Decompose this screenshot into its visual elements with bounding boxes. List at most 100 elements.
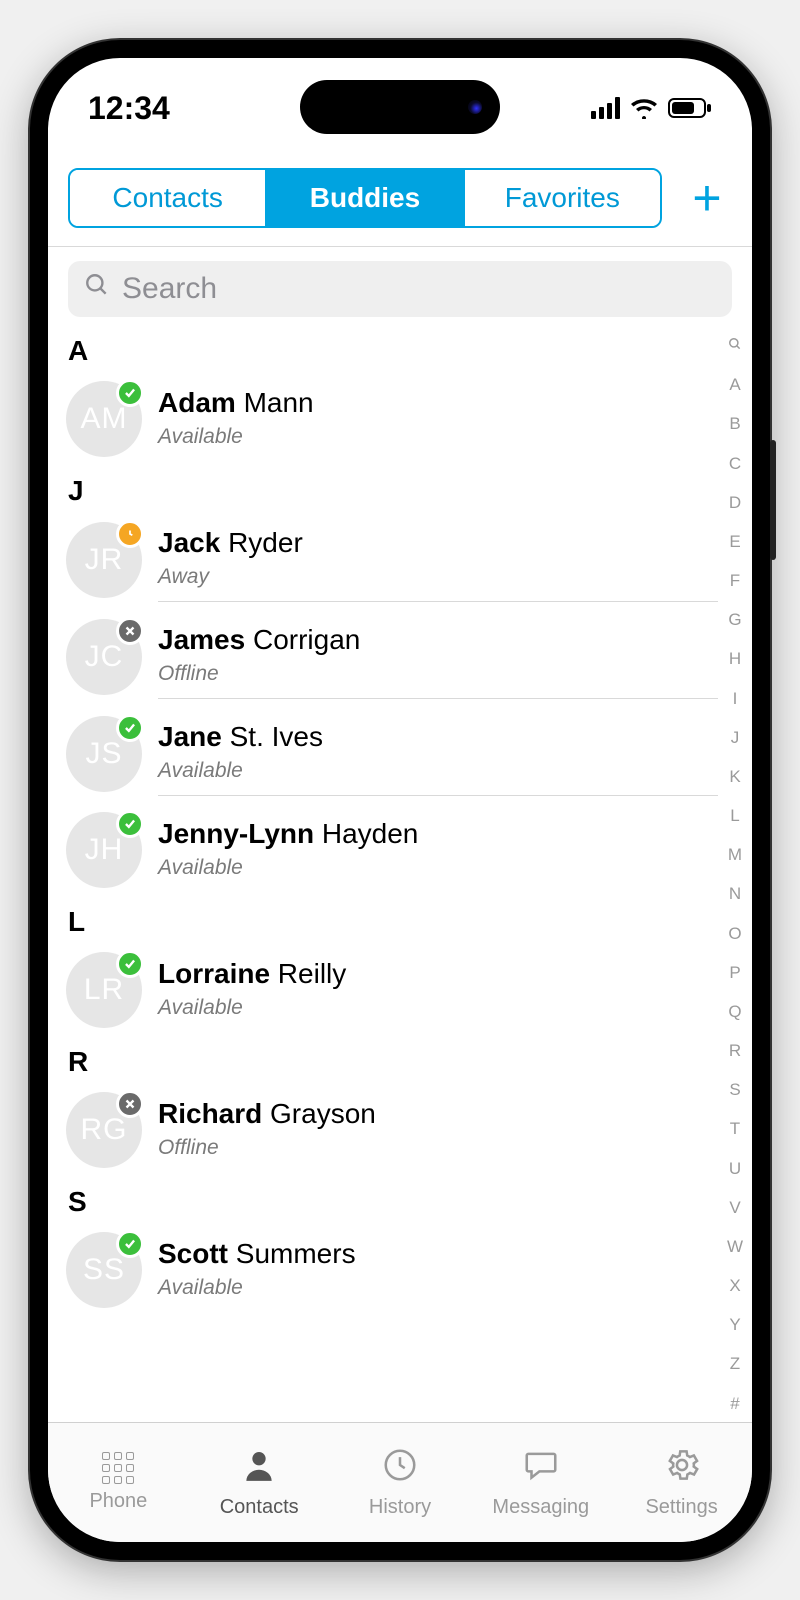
tabbar-history-label: History <box>369 1496 431 1519</box>
wifi-icon <box>630 97 658 119</box>
cellular-icon <box>591 97 620 119</box>
contact-row[interactable]: JRJack RyderAway <box>48 511 718 608</box>
contacts-list[interactable]: AA M Adam Mann Available J JRJack RyderAway JC… <box>48 327 752 1422</box>
presence-available-icon <box>116 810 144 838</box>
battery-icon <box>668 97 712 119</box>
index-letter[interactable]: I <box>733 690 738 707</box>
list-area: AA M Adam Mann Available J JRJack RyderAway JC… <box>48 327 752 1422</box>
index-letter[interactable]: T <box>730 1120 740 1137</box>
gear-icon <box>663 1446 701 1490</box>
contact-info: Lorraine Reilly Available <box>158 948 718 1032</box>
index-letter[interactable]: C <box>729 455 741 472</box>
plus-icon: + <box>692 170 721 226</box>
contact-row[interactable]: JCJames CorriganOffline <box>48 608 718 705</box>
contact-first-name: Jack <box>158 527 220 558</box>
presence-available-icon <box>116 379 144 407</box>
tabbar-settings[interactable]: Settings <box>611 1423 752 1542</box>
contact-row[interactable]: SSScott SummersAvailable <box>48 1222 718 1318</box>
contact-row[interactable]: JSJane St. IvesAvailable <box>48 705 718 802</box>
index-letter[interactable]: M <box>728 846 742 863</box>
presence-available-icon <box>116 714 144 742</box>
section-header: A <box>48 327 718 371</box>
contact-info: Jenny-Lynn Hayden Available <box>158 808 718 892</box>
add-button[interactable]: + <box>682 169 732 227</box>
tabbar-contacts[interactable]: Contacts <box>189 1423 330 1542</box>
index-letter[interactable]: X <box>729 1277 740 1294</box>
index-letter[interactable]: B <box>729 415 740 432</box>
search-wrap <box>48 247 752 327</box>
clock-icon <box>381 1446 419 1490</box>
tab-contacts[interactable]: Contacts <box>70 170 267 226</box>
index-letter[interactable]: G <box>728 611 741 628</box>
index-letter[interactable]: Q <box>728 1003 741 1020</box>
index-letter[interactable]: F <box>730 572 740 589</box>
contact-last-name: St. Ives <box>222 721 323 752</box>
contact-status: Offline <box>158 1136 718 1160</box>
index-letter[interactable]: P <box>729 964 740 981</box>
contact-first-name: Richard <box>158 1098 262 1129</box>
tabbar-contacts-label: Contacts <box>220 1496 299 1519</box>
search-input[interactable] <box>122 272 716 306</box>
avatar-wrap: SS <box>66 1232 142 1308</box>
index-letter[interactable]: K <box>729 768 740 785</box>
contact-last-name: Reilly <box>270 958 346 989</box>
avatar-wrap: JC <box>66 619 142 695</box>
status-right <box>591 97 712 119</box>
tabbar-phone[interactable]: Phone <box>48 1423 189 1542</box>
index-letter[interactable]: A <box>729 376 740 393</box>
index-letter[interactable]: Z <box>730 1355 740 1372</box>
avatar-wrap: JS <box>66 716 142 792</box>
contact-row[interactable]: RGRichard GraysonOffline <box>48 1082 718 1178</box>
avatar-wrap: LR <box>66 952 142 1028</box>
person-icon <box>240 1446 278 1490</box>
contact-status: Available <box>158 856 718 880</box>
contact-first-name: Jenny-Lynn <box>158 818 314 849</box>
index-letter[interactable]: S <box>729 1081 740 1098</box>
presence-available-icon <box>116 1230 144 1258</box>
contact-name: Lorraine Reilly <box>158 958 718 990</box>
tabbar-phone-label: Phone <box>89 1490 147 1513</box>
index-letter[interactable]: # <box>730 1395 739 1412</box>
presence-offline-icon <box>116 1090 144 1118</box>
search-field[interactable] <box>68 261 732 317</box>
contact-status: Available <box>158 996 718 1020</box>
contact-status: Available <box>158 425 718 449</box>
index-letter[interactable]: L <box>730 807 739 824</box>
index-letter[interactable]: O <box>728 925 741 942</box>
contact-first-name: Lorraine <box>158 958 270 989</box>
screen: 12:34 Contacts Buddies Favorites <box>48 58 752 1542</box>
contact-name: Adam Mann <box>158 387 718 419</box>
index-letter[interactable]: H <box>729 650 741 667</box>
presence-available-icon <box>116 950 144 978</box>
index-letter[interactable]: V <box>729 1199 740 1216</box>
tabbar-history[interactable]: History <box>330 1423 471 1542</box>
contact-first-name: Scott <box>158 1238 228 1269</box>
contact-info: Jane St. IvesAvailable <box>158 711 718 796</box>
contact-first-name: Adam <box>158 387 236 418</box>
contact-last-name: Grayson <box>262 1098 376 1129</box>
index-search-icon[interactable] <box>728 337 742 354</box>
index-letter[interactable]: J <box>731 729 740 746</box>
contact-first-name: James <box>158 624 245 655</box>
index-letter[interactable]: U <box>729 1160 741 1177</box>
contact-last-name: Hayden <box>314 818 418 849</box>
contact-row[interactable]: LR Lorraine Reilly Available <box>48 942 718 1038</box>
contact-row[interactable]: JHJenny-Lynn HaydenAvailable <box>48 802 718 898</box>
notch <box>300 80 500 134</box>
index-letter[interactable]: R <box>729 1042 741 1059</box>
index-letter[interactable]: W <box>727 1238 743 1255</box>
index-letter[interactable]: D <box>729 494 741 511</box>
tabbar-messaging[interactable]: Messaging <box>470 1423 611 1542</box>
index-letter[interactable]: E <box>729 533 740 550</box>
contact-last-name: Corrigan <box>245 624 360 655</box>
contact-status: Available <box>158 1276 718 1300</box>
index-letter[interactable]: N <box>729 885 741 902</box>
tab-buddies[interactable]: Buddies <box>267 170 464 226</box>
presence-away-icon <box>116 520 144 548</box>
tab-favorites[interactable]: Favorites <box>465 170 660 226</box>
section-header: R <box>48 1038 718 1082</box>
index-rail[interactable]: A B C D E F G H I J K L M N O P Q R S T U V W X Y Z # <box>722 333 748 1416</box>
contact-info: Adam Mann Available <box>158 377 718 461</box>
index-letter[interactable]: Y <box>729 1316 740 1333</box>
contact-row[interactable]: AMAdam MannAvailable <box>48 371 718 467</box>
